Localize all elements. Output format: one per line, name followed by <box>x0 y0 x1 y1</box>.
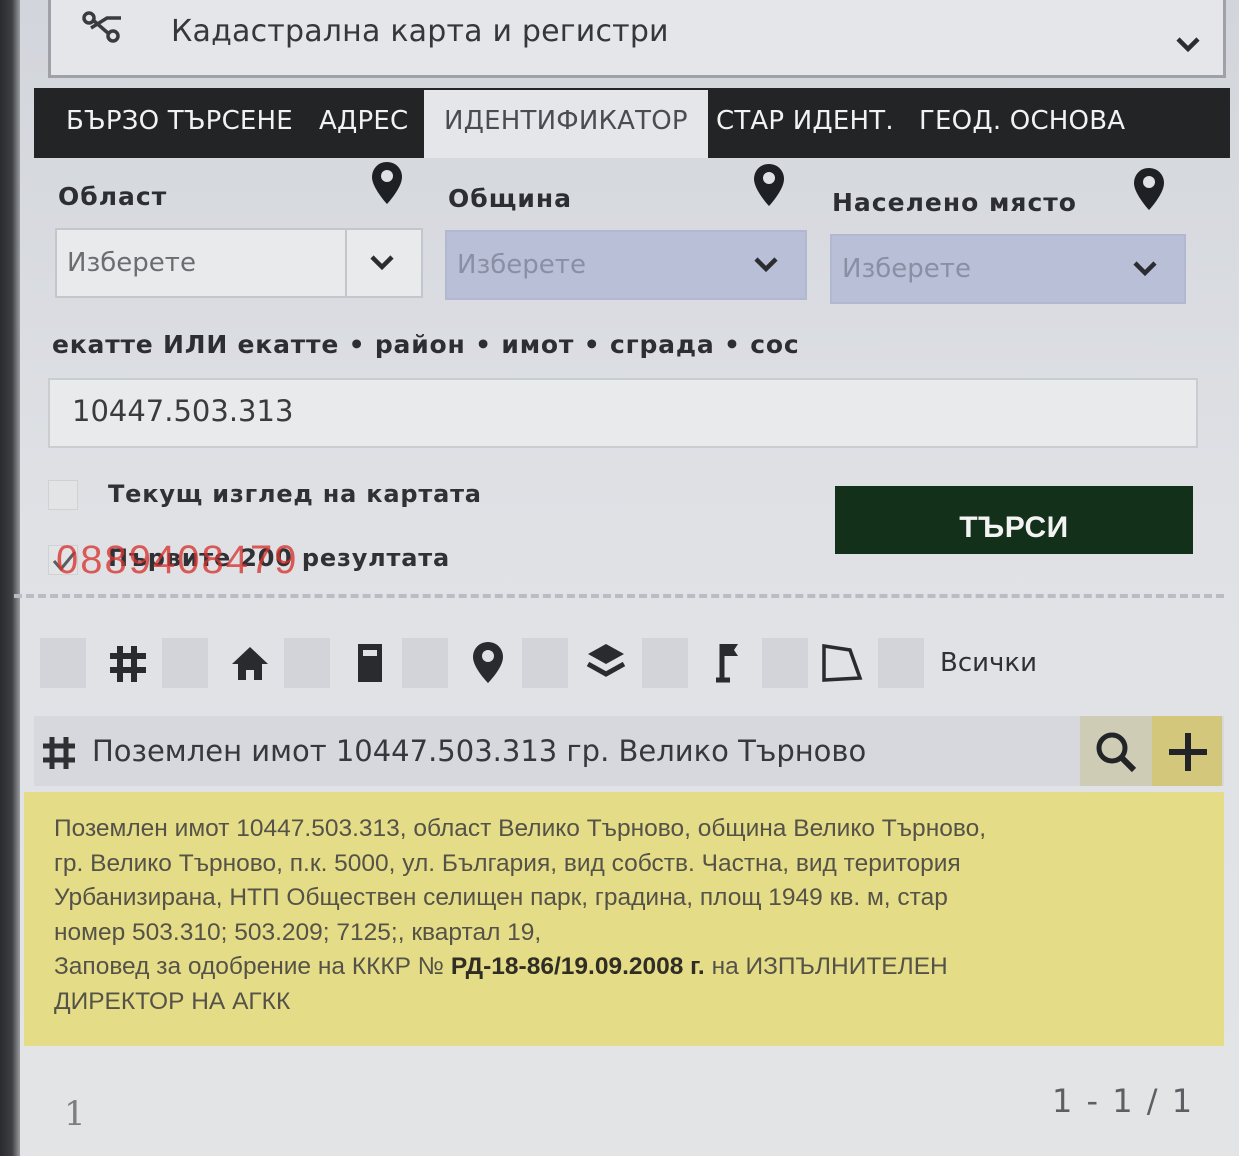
details-line: номер 503.310; 503.209; 7125;, квартал 1… <box>54 918 542 946</box>
app-frame: Кадастрална карта и регистри БЪРЗО ТЪРСЕ… <box>0 0 1239 1156</box>
settlement-pin-icon[interactable] <box>1132 166 1166 212</box>
search-button[interactable]: ТЪРСИ <box>835 486 1193 554</box>
order-number: РД-18-86/19.09.2008 г. <box>450 953 705 980</box>
flag-icon[interactable] <box>706 640 750 684</box>
order-line: Заповед за одобрение на КККР № РД-18-86/… <box>54 950 1196 985</box>
filter-checkbox-point[interactable] <box>402 638 448 688</box>
add-result-button[interactable] <box>1152 716 1222 786</box>
identifier-label: екатте ИЛИ екатте • район • имот • сград… <box>52 330 800 359</box>
tab-identifier[interactable]: ИДЕНТИФИКАТОР <box>424 90 708 158</box>
app-title: Кадастрална карта и регистри <box>171 14 669 49</box>
settlement-select[interactable]: Изберете <box>830 234 1186 304</box>
tab-address[interactable]: АДРЕС <box>319 106 408 136</box>
current-view-label: Текущ изглед на картата <box>108 480 482 508</box>
filter-checkbox-land[interactable] <box>40 638 86 688</box>
tab-quick-search[interactable]: БЪРЗО ТЪРСЕНЕ <box>66 106 293 136</box>
chevron-down-icon <box>754 257 778 273</box>
all-filter-label[interactable]: Всички <box>940 648 1037 678</box>
municipality-pin-icon[interactable] <box>752 162 786 208</box>
region-pin-icon[interactable] <box>370 160 404 206</box>
details-line: Поземлен имот 10447.503.313, област Вели… <box>54 815 987 842</box>
chevron-down-icon[interactable] <box>1175 34 1201 54</box>
filter-checkbox-all[interactable] <box>878 638 924 688</box>
region-select[interactable]: Изберете <box>55 228 423 298</box>
filter-checkbox-layers[interactable] <box>522 638 568 688</box>
land-grid-icon <box>43 737 75 769</box>
zoom-to-result-button[interactable] <box>1080 716 1152 786</box>
pager-page[interactable]: 1 <box>64 1094 86 1134</box>
details-line: Урбанизирана, НТП Обществен селищен парк… <box>54 884 948 911</box>
municipality-select-value: Изберете <box>457 250 586 280</box>
municipality-label: Община <box>448 184 573 213</box>
map-pin-icon[interactable] <box>466 640 510 684</box>
order-suffix: на ИЗПЪЛНИТЕЛЕН <box>711 953 948 980</box>
result-details: Поземлен имот 10447.503.313, област Вели… <box>24 792 1224 1046</box>
plus-icon <box>1169 733 1207 771</box>
polygon-icon[interactable] <box>820 640 864 684</box>
municipality-select[interactable]: Изберете <box>445 230 807 300</box>
pager-range: 1 - 1 / 1 <box>1052 1082 1195 1120</box>
identifier-input[interactable]: 10447.503.313 <box>48 378 1198 448</box>
result-header[interactable]: Поземлен имот 10447.503.313 гр. Велико Т… <box>34 716 1224 786</box>
order-line-2: ДИРЕКТОР НА АГКК <box>54 987 291 1015</box>
filter-checkbox-building[interactable] <box>284 638 330 688</box>
house-icon[interactable] <box>228 642 272 686</box>
cadastre-logo-icon <box>82 11 121 43</box>
tab-old-identifier[interactable]: СТАР ИДЕНТ. <box>716 106 894 136</box>
region-label: Област <box>58 182 168 211</box>
search-tabs: БЪРЗО ТЪРСЕНЕ АДРЕС ИДЕНТИФИКАТОР СТАР И… <box>34 88 1230 158</box>
building-icon[interactable] <box>348 640 392 684</box>
layers-icon[interactable] <box>584 640 628 684</box>
tab-geodetic-base[interactable]: ГЕОД. ОСНОВА <box>919 106 1125 136</box>
land-grid-icon[interactable] <box>106 642 150 686</box>
details-line: гр. Велико Търново, п.к. 5000, ул. Бълга… <box>54 849 961 877</box>
phone-watermark: 0889408479 <box>56 538 299 582</box>
result-title: Поземлен имот 10447.503.313 гр. Велико Т… <box>92 734 867 768</box>
chevron-down-icon <box>1133 261 1157 277</box>
filter-checkbox-polygon[interactable] <box>762 638 808 688</box>
search-icon <box>1096 732 1137 773</box>
section-divider <box>14 594 1224 598</box>
order-prefix: Заповед за одобрение на КККР № <box>54 953 445 980</box>
settlement-label: Населено място <box>832 188 1077 217</box>
device-bezel <box>0 0 20 1156</box>
region-select-value: Изберете <box>67 248 196 278</box>
chevron-down-icon <box>370 255 394 271</box>
settlement-select-value: Изберете <box>842 254 971 284</box>
app-header[interactable]: Кадастрална карта и регистри <box>48 0 1226 78</box>
select-divider <box>345 230 347 296</box>
filter-checkbox-flag[interactable] <box>642 638 688 688</box>
current-view-checkbox[interactable] <box>48 480 78 510</box>
filter-checkbox-house[interactable] <box>162 638 208 688</box>
